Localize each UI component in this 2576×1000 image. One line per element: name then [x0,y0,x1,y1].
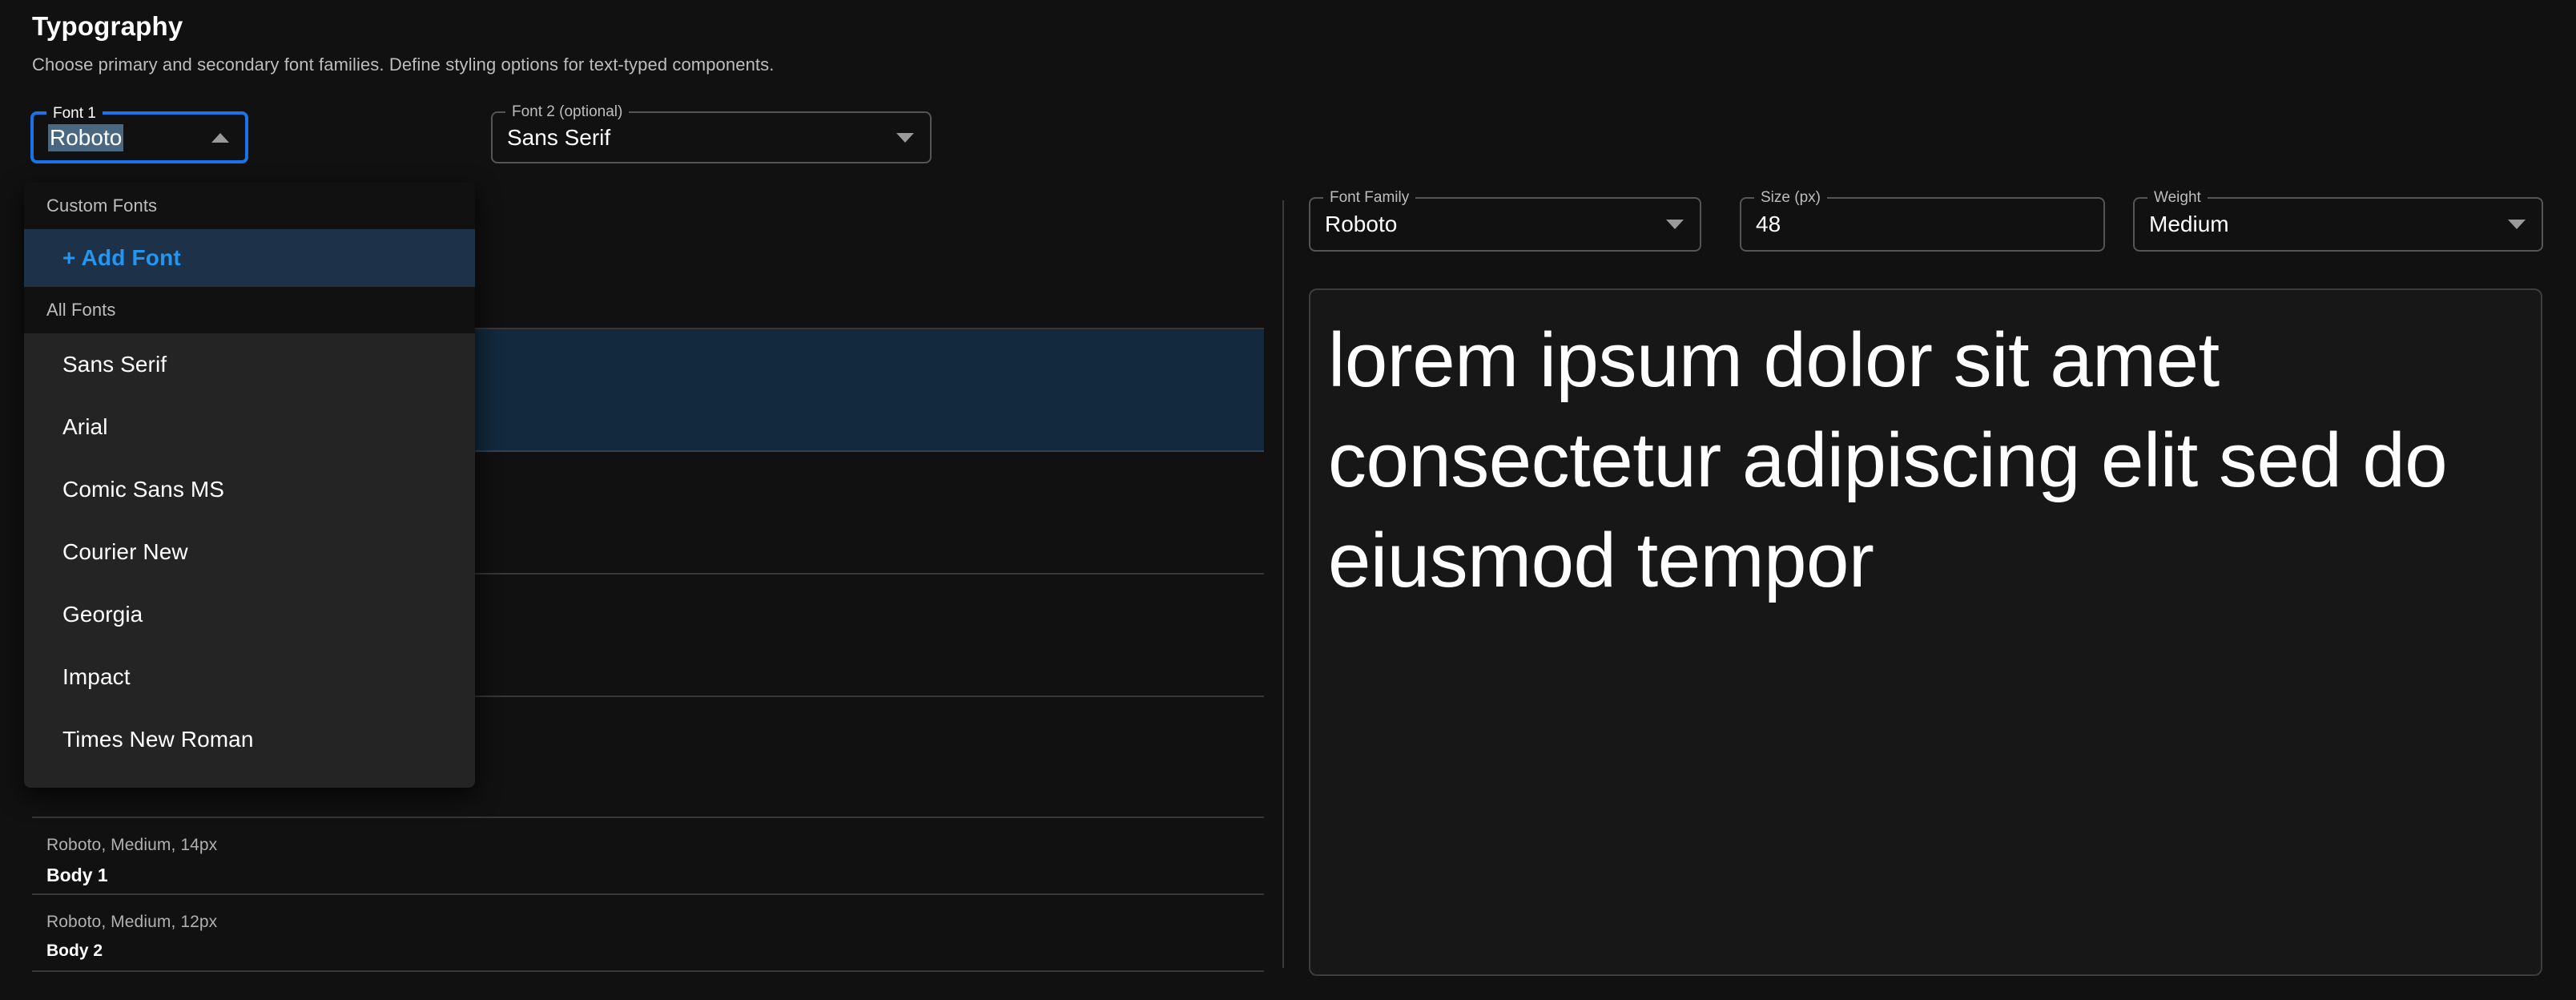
dropdown-item-font[interactable]: Sans Serif [24,333,475,396]
typography-preview-text[interactable]: lorem ipsum dolor sit amet consectetur a… [1328,311,2523,611]
font-1-value: Roboto [48,123,124,151]
type-scale-row-meta: Roboto, Medium, 14px [46,836,218,854]
font-size-input[interactable]: Size (px) 48 [1740,188,2105,252]
dropdown-item-font[interactable]: Impact [24,646,475,708]
chevron-down-icon[interactable] [896,132,914,143]
dropdown-item-font[interactable]: Courier New [24,521,475,583]
font-2-legend: Font 2 (optional) [505,103,630,122]
font-family-value: Roboto [1325,212,1398,236]
dropdown-section-custom-fonts: Custom Fonts [24,183,475,229]
type-scale-row-sample: Body 1 [46,865,108,885]
type-scale-row-body2[interactable]: Roboto, Medium, 12px Body 2 [32,895,1264,972]
chevron-down-icon[interactable] [2508,220,2526,229]
font-family-select[interactable]: Font Family Roboto [1309,188,1701,252]
page-subtitle: Choose primary and secondary font famili… [32,54,775,75]
font-1-select[interactable]: Font 1 Roboto [30,104,248,163]
font-weight-value: Medium [2149,212,2229,236]
font-size-legend: Size (px) [1754,188,1827,208]
font-weight-legend: Weight [2147,188,2208,208]
type-scale-row-meta: Roboto, Medium, 12px [46,913,218,931]
dropdown-item-font[interactable]: Arial [24,396,475,458]
chevron-down-icon[interactable] [1666,220,1684,229]
font-size-value[interactable]: 48 [1756,212,1781,237]
typography-preview-box[interactable]: lorem ipsum dolor sit amet consectetur a… [1309,288,2542,976]
dropdown-item-font[interactable]: Times New Roman [24,708,475,771]
chevron-up-icon[interactable] [211,132,229,143]
dropdown-item-add-font[interactable]: + Add Font [24,229,475,287]
dropdown-item-font[interactable]: Georgia [24,583,475,646]
font-2-value: Sans Serif [507,124,611,150]
dropdown-section-all-fonts: All Fonts [24,287,475,333]
font-dropdown-menu[interactable]: Custom Fonts + Add Font All Fonts Sans S… [24,183,475,788]
font-2-select[interactable]: Font 2 (optional) Sans Serif [491,103,932,163]
panel-divider [1282,200,1284,968]
type-scale-row-body1[interactable]: Roboto, Medium, 14px Body 1 [32,818,1264,895]
type-scale-row-sample: Body 2 [46,942,103,960]
page-title: Typography [32,11,183,41]
font-weight-select[interactable]: Weight Medium [2133,188,2543,252]
font-family-legend: Font Family [1323,188,1416,208]
dropdown-item-font[interactable]: Verdana [24,771,475,788]
dropdown-item-font[interactable]: Comic Sans MS [24,458,475,521]
font-1-legend: Font 1 [46,104,103,123]
